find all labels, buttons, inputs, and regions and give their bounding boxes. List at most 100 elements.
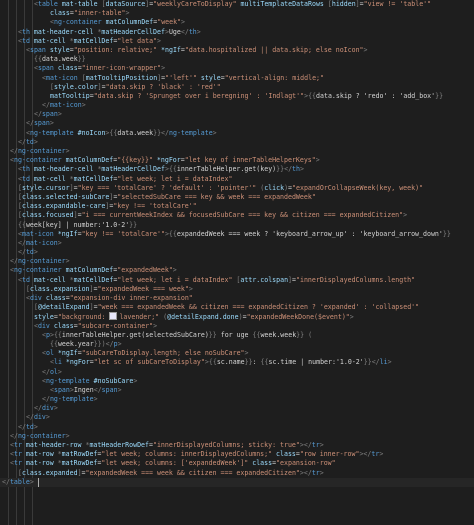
code-token: Uge xyxy=(168,27,181,36)
code-token: sc.time | number:'1.0-2' xyxy=(268,358,364,367)
code-token: th xyxy=(21,165,30,174)
code-token: td xyxy=(25,137,34,146)
code-line[interactable]: <th mat-header-cell *matHeaderCellDef>{{… xyxy=(0,165,474,174)
code-token: matCellDef xyxy=(73,275,114,284)
code-token: th xyxy=(292,165,300,174)
code-token: dataSource xyxy=(105,0,146,8)
code-token: class xyxy=(49,321,74,330)
code-line[interactable]: {{week[key] | number:'1.0-2'}} xyxy=(0,221,474,230)
code-token: "week" xyxy=(157,18,182,27)
code-token: "let key of innerTableHelperKeys" xyxy=(184,156,316,165)
code-line[interactable]: </td> xyxy=(0,248,474,257)
code-line[interactable]: [class.expandable-care]="key !== 'totalC… xyxy=(0,202,474,211)
code-token: ( xyxy=(308,330,313,339)
code-line[interactable]: </span> xyxy=(0,119,474,128)
code-line[interactable]: <tr mat-row *matRowDef="let week; column… xyxy=(0,450,474,459)
code-token: > xyxy=(349,313,354,322)
code-token: style xyxy=(34,313,54,322)
code-line[interactable]: <ol *ngIf="subCareToDisplay.length; else… xyxy=(0,349,474,358)
code-line[interactable]: </ng-template> xyxy=(0,395,474,404)
code-line[interactable]: <tr mat-row *matRowDef="let week; column… xyxy=(0,459,474,468)
code-line[interactable]: <table mat-table [dataSource]="weeklyCar… xyxy=(0,0,474,9)
code-token: </ xyxy=(161,128,169,137)
code-line[interactable]: [class.selected-subCare]="selectedSubCar… xyxy=(0,193,474,202)
code-line[interactable]: <td mat-cell *matCellDef="let data"> xyxy=(0,37,474,46)
code-token: "data.hospitalized || data.skip; else no… xyxy=(184,45,364,54)
code-line[interactable]: </mat-icon> xyxy=(0,101,474,110)
code-line[interactable]: matTooltip="data.skip ? 'Sprunget over i… xyxy=(0,92,474,101)
code-token: data.week xyxy=(41,55,78,64)
code-line[interactable]: <div class="subcare-container"> xyxy=(0,322,474,331)
code-line[interactable]: </div> xyxy=(0,413,474,422)
color-swatch-icon[interactable] xyxy=(109,312,118,321)
code-line[interactable]: [class.focused]="i === currentWeekIndex … xyxy=(0,211,474,220)
code-token: }} xyxy=(77,55,86,64)
code-token: style.color xyxy=(53,82,98,91)
code-line[interactable]: <ng-container matColumnDef="expandedWeek… xyxy=(0,266,474,275)
code-token: </ xyxy=(10,257,18,266)
code-token: class xyxy=(41,294,66,302)
code-token: {{ xyxy=(168,165,177,174)
code-line[interactable]: {{week.year}})</p> xyxy=(0,340,474,349)
code-line[interactable]: </ng-container> xyxy=(0,432,474,441)
code-token: </ xyxy=(42,101,50,110)
code-token: hidden xyxy=(331,0,356,8)
code-line[interactable]: <span class="inner-icon-wrapper"> xyxy=(0,64,474,73)
code-token: > xyxy=(53,404,58,413)
code-token: span xyxy=(101,385,118,394)
code-token: td xyxy=(25,248,34,257)
code-token: ng-template xyxy=(29,128,74,137)
code-line[interactable]: <mat-icon [matTooltipPosition]="'left'" … xyxy=(0,74,474,83)
code-token: </ xyxy=(18,248,26,257)
code-line[interactable]: <p>{{innerTableHelper.get(selectedSubCar… xyxy=(0,331,474,340)
code-token: matTooltipPosition xyxy=(85,73,158,82)
code-token: div xyxy=(37,321,50,330)
code-lines[interactable]: <table mat-table [dataSource]="weeklyCar… xyxy=(0,0,474,487)
code-token: "subCareToDisplay.length; else noSubCare… xyxy=(81,349,245,358)
code-token: class xyxy=(272,450,296,459)
code-line[interactable]: </td> xyxy=(0,423,474,432)
code-line[interactable]: </td> xyxy=(0,138,474,147)
code-line[interactable]: </ng-container> xyxy=(0,257,474,266)
code-token: "week === expandedWeek && citizen === ex… xyxy=(97,303,420,312)
code-line[interactable]: <span>Ingen</span> xyxy=(0,386,474,395)
code-line[interactable]: <div class="expansion-div inner-expansio… xyxy=(0,294,474,303)
code-line[interactable]: [style.cursor]="key === 'totalCare' ? 'd… xyxy=(0,184,474,193)
code-token: > xyxy=(57,238,62,247)
code-line[interactable]: style="background: lavender;" (@detailEx… xyxy=(0,312,474,321)
code-line[interactable]: <ng-container matColumnDef="{{key}}" *ng… xyxy=(0,156,474,165)
code-token: > xyxy=(157,36,161,45)
code-token: matHeaderRowDef xyxy=(89,441,149,449)
code-line[interactable]: </ol> xyxy=(0,368,474,377)
code-line[interactable]: [@detailExpand]="week === expandedWeek &… xyxy=(0,303,474,312)
code-token: span xyxy=(29,45,46,54)
code-line[interactable]: [class.expanded]="expandedWeek === week … xyxy=(0,469,474,478)
code-token: </ xyxy=(10,431,18,440)
code-line[interactable]: class="inner-table"> xyxy=(0,9,474,18)
code-token: expandedWeek === week ? 'keyboard_arrow_… xyxy=(176,229,443,238)
code-line[interactable]: <ng-template #noSubCare> xyxy=(0,377,474,386)
code-line[interactable]: <th mat-header-cell *matHeaderCellDef>Ug… xyxy=(0,28,474,37)
code-line[interactable]: </mat-icon> xyxy=(0,239,474,248)
code-line[interactable]: </div> xyxy=(0,404,474,413)
code-line[interactable]: <tr mat-header-row *matHeaderRowDef="inn… xyxy=(0,441,474,450)
code-line[interactable]: <ng-template #noIcon>{{data.week}}</ng-t… xyxy=(0,129,474,138)
code-token: mat-icon xyxy=(45,73,78,82)
code-line[interactable]: <td mat-cell *matCellDef="let week; let … xyxy=(0,276,474,285)
code-token: class.expansion xyxy=(29,284,90,293)
code-token: div xyxy=(41,404,54,413)
code-line[interactable]: <ng-container matColumnDef="week"> xyxy=(0,18,474,27)
code-line[interactable]: {{data.week}} xyxy=(0,55,474,64)
code-line[interactable]: [class.expansion]="expandedWeek === week… xyxy=(0,285,474,294)
code-line[interactable]: </ng-container> xyxy=(0,147,474,156)
code-token: > xyxy=(65,431,70,440)
code-line[interactable]: <li *ngFor="let sc of subCareToDisplay">… xyxy=(0,358,474,367)
code-line[interactable]: </table> xyxy=(0,477,474,487)
code-line[interactable]: <td mat-cell *matCellDef="let week; let … xyxy=(0,175,474,184)
code-editor[interactable]: <table mat-table [dataSource]="weeklyCar… xyxy=(0,0,474,525)
code-token: class.expandable-care xyxy=(21,202,106,211)
code-line[interactable]: <span style="position: relative;" *ngIf=… xyxy=(0,46,474,55)
code-line[interactable]: <mat-icon *ngIf="key !== 'totalCare'">{{… xyxy=(0,230,474,239)
code-line[interactable]: </span> xyxy=(0,110,474,119)
code-line[interactable]: [style.color]="data.skip ? 'black' : 're… xyxy=(0,83,474,92)
